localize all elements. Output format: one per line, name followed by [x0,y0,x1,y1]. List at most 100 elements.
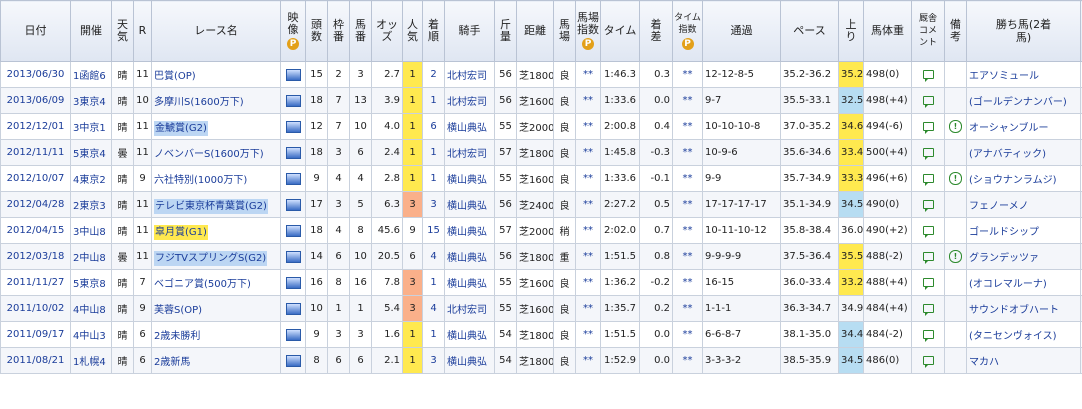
babasisu-cell[interactable]: ** [575,87,601,114]
jockey-cell[interactable]: 北村宏司 [444,295,495,322]
jockey-cell[interactable]: 横山典弘 [444,165,495,192]
babasisu-cell[interactable]: ** [575,347,601,374]
video-icon[interactable] [285,354,301,367]
winner-cell[interactable]: エアソミュール [966,61,1081,88]
race-name-link[interactable]: 巴賞(OP) [154,71,196,82]
jockey-link[interactable]: 横山典弘 [447,201,487,212]
comment-icon[interactable] [922,95,934,108]
timesisu-cell[interactable]: ** [672,243,703,270]
jockey-link[interactable]: 横山典弘 [447,331,487,342]
kaisai-cell[interactable]: 4東京2 [70,165,112,192]
date-cell[interactable]: 2013/06/30 [0,61,71,88]
babasisu-link[interactable]: ** [583,251,593,262]
header-comment[interactable]: 厩舎コメント [911,0,945,62]
kaisai-link[interactable]: 5東京4 [73,149,106,160]
timesisu-cell[interactable]: ** [672,139,703,166]
babasisu-cell[interactable]: ** [575,269,601,296]
race-name-cell[interactable]: 2歳未勝利 [151,321,281,348]
chakujun-link[interactable]: 1 [430,95,436,106]
babasisu-link[interactable]: ** [583,173,593,184]
date-cell[interactable]: 2012/11/11 [0,139,71,166]
jockey-link[interactable]: 北村宏司 [447,149,487,160]
video-cell[interactable] [280,191,306,218]
race-name-cell[interactable]: ベゴニア賞(500万下) [151,269,281,296]
header-date[interactable]: 日付 [0,0,71,62]
winner-link[interactable]: オーシャンブルー [969,123,1049,134]
winner-cell[interactable]: (アナバティック) [966,139,1081,166]
kaisai-cell[interactable]: 3中山8 [70,217,112,244]
race-name-link[interactable]: 2歳未勝利 [154,331,200,342]
kaisai-cell[interactable]: 4中山8 [70,295,112,322]
video-icon[interactable] [285,250,301,263]
video-cell[interactable] [280,347,306,374]
header-baba[interactable]: 馬場 [553,0,576,62]
header-bataiju[interactable]: 馬体重 [863,0,912,62]
chakujun-link[interactable]: 6 [430,121,436,132]
babasisu-cell[interactable]: ** [575,61,601,88]
chakujun-link[interactable]: 3 [430,355,436,366]
winner-cell[interactable]: フェノーメノ [966,191,1081,218]
race-name-link[interactable]: 金鯱賞(G2) [154,121,208,136]
jockey-link[interactable]: 横山典弘 [447,253,487,264]
chakujun-link[interactable]: 1 [430,147,436,158]
kaisai-cell[interactable]: 2中山8 [70,243,112,270]
race-name-cell[interactable]: ノベンバーS(1600万下) [151,139,281,166]
babasisu-link[interactable]: ** [583,121,593,132]
header-r[interactable]: R [133,0,152,62]
kaisai-cell[interactable]: 2東京3 [70,191,112,218]
header-biko[interactable]: 備考 [944,0,967,62]
race-name-link[interactable]: 六社特別(1000万下) [154,175,247,186]
video-cell[interactable] [280,139,306,166]
kaisai-link[interactable]: 2東京3 [73,201,106,212]
comment-cell[interactable] [911,295,945,322]
comment-icon[interactable] [922,121,934,134]
comment-icon[interactable] [922,277,934,290]
date-link[interactable]: 2011/10/02 [7,303,65,314]
date-cell[interactable]: 2012/03/18 [0,243,71,270]
kaisai-link[interactable]: 1函館6 [73,71,106,82]
winner-cell[interactable]: (ゴールデンナンバー) [966,87,1081,114]
babasisu-link[interactable]: ** [583,147,593,158]
winner-cell[interactable]: (タニセンヴォイス) [966,321,1081,348]
kaisai-link[interactable]: 3中京1 [73,123,106,134]
video-icon[interactable] [285,276,301,289]
race-name-cell[interactable]: 多摩川S(1600万下) [151,87,281,114]
timesisu-cell[interactable]: ** [672,347,703,374]
timesisu-cell[interactable]: ** [672,269,703,296]
chakujun-link[interactable]: 3 [430,199,436,210]
date-link[interactable]: 2012/04/15 [7,225,65,236]
timesisu-link[interactable]: ** [683,69,693,80]
babasisu-link[interactable]: ** [583,69,593,80]
kaisai-cell[interactable]: 1札幌4 [70,347,112,374]
video-cell[interactable] [280,113,306,140]
comment-icon[interactable] [922,329,934,342]
header-winner[interactable]: 勝ち馬(2着馬) [966,0,1081,62]
comment-cell[interactable] [911,347,945,374]
date-cell[interactable]: 2011/09/17 [0,321,71,348]
chakujun-link[interactable]: 1 [430,329,436,340]
comment-icon[interactable] [922,173,934,186]
winner-link[interactable]: ゴールドシップ [969,227,1039,238]
comment-icon[interactable] [922,147,934,160]
jockey-cell[interactable]: 北村宏司 [444,139,495,166]
winner-cell[interactable]: サウンドオブハート [966,295,1081,322]
date-cell[interactable]: 2011/11/27 [0,269,71,296]
timesisu-cell[interactable]: ** [672,165,703,192]
winner-link[interactable]: (ゴールデンナンバー) [969,97,1067,108]
babasisu-cell[interactable]: ** [575,165,601,192]
winner-cell[interactable]: (ショウナンラムジ) [966,165,1081,192]
timesisu-link[interactable]: ** [683,121,693,132]
comment-icon[interactable] [922,355,934,368]
video-cell[interactable] [280,321,306,348]
header-chakusa[interactable]: 着差 [639,0,673,62]
race-name-link[interactable]: 多摩川S(1600万下) [154,97,244,108]
timesisu-link[interactable]: ** [683,225,693,236]
jockey-cell[interactable]: 横山典弘 [444,269,495,296]
comment-cell[interactable] [911,61,945,88]
babasisu-cell[interactable]: ** [575,217,601,244]
race-name-cell[interactable]: 巴賞(OP) [151,61,281,88]
video-icon[interactable] [285,172,301,185]
chakujun-link[interactable]: 2 [430,69,436,80]
video-icon[interactable] [285,302,301,315]
video-cell[interactable] [280,87,306,114]
